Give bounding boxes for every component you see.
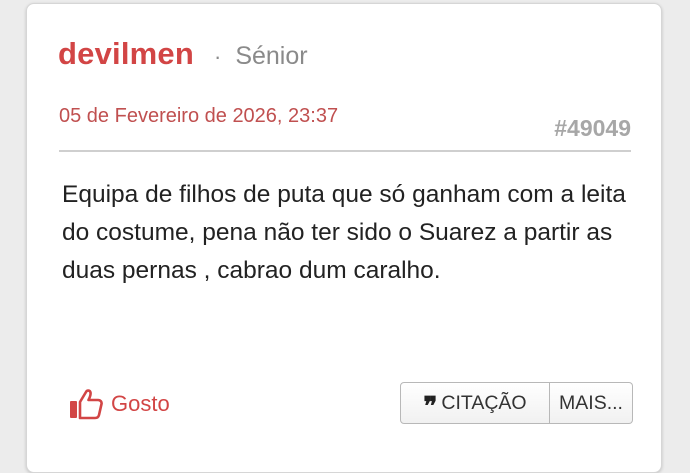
like-button[interactable]: Gosto <box>69 388 170 420</box>
quote-icon: ❞ <box>423 392 438 422</box>
post-header: devilmen · Sénior <box>58 36 308 72</box>
more-label: MAIS... <box>559 391 623 414</box>
post-body: Equipa de filhos de puta que só ganham c… <box>62 181 626 284</box>
like-label: Gosto <box>111 391 170 416</box>
separator-dot: · <box>213 44 222 69</box>
post-number-link[interactable]: #49049 <box>554 115 631 142</box>
post-card: devilmen · Sénior 05 de Fevereiro de 202… <box>26 3 662 473</box>
header-divider <box>59 150 631 152</box>
author-name-link[interactable]: devilmen <box>58 36 194 72</box>
quote-label: CITAÇÃO <box>441 391 527 414</box>
post-actions: ❞ CITAÇÃO MAIS... <box>400 382 633 424</box>
thumbs-up-icon <box>70 389 103 420</box>
more-button[interactable]: MAIS... <box>550 382 633 424</box>
author-rank: Sénior <box>235 42 308 70</box>
post-date: 05 de Fevereiro de 2026, 23:37 <box>59 105 339 127</box>
quote-button[interactable]: ❞ CITAÇÃO <box>400 382 550 424</box>
